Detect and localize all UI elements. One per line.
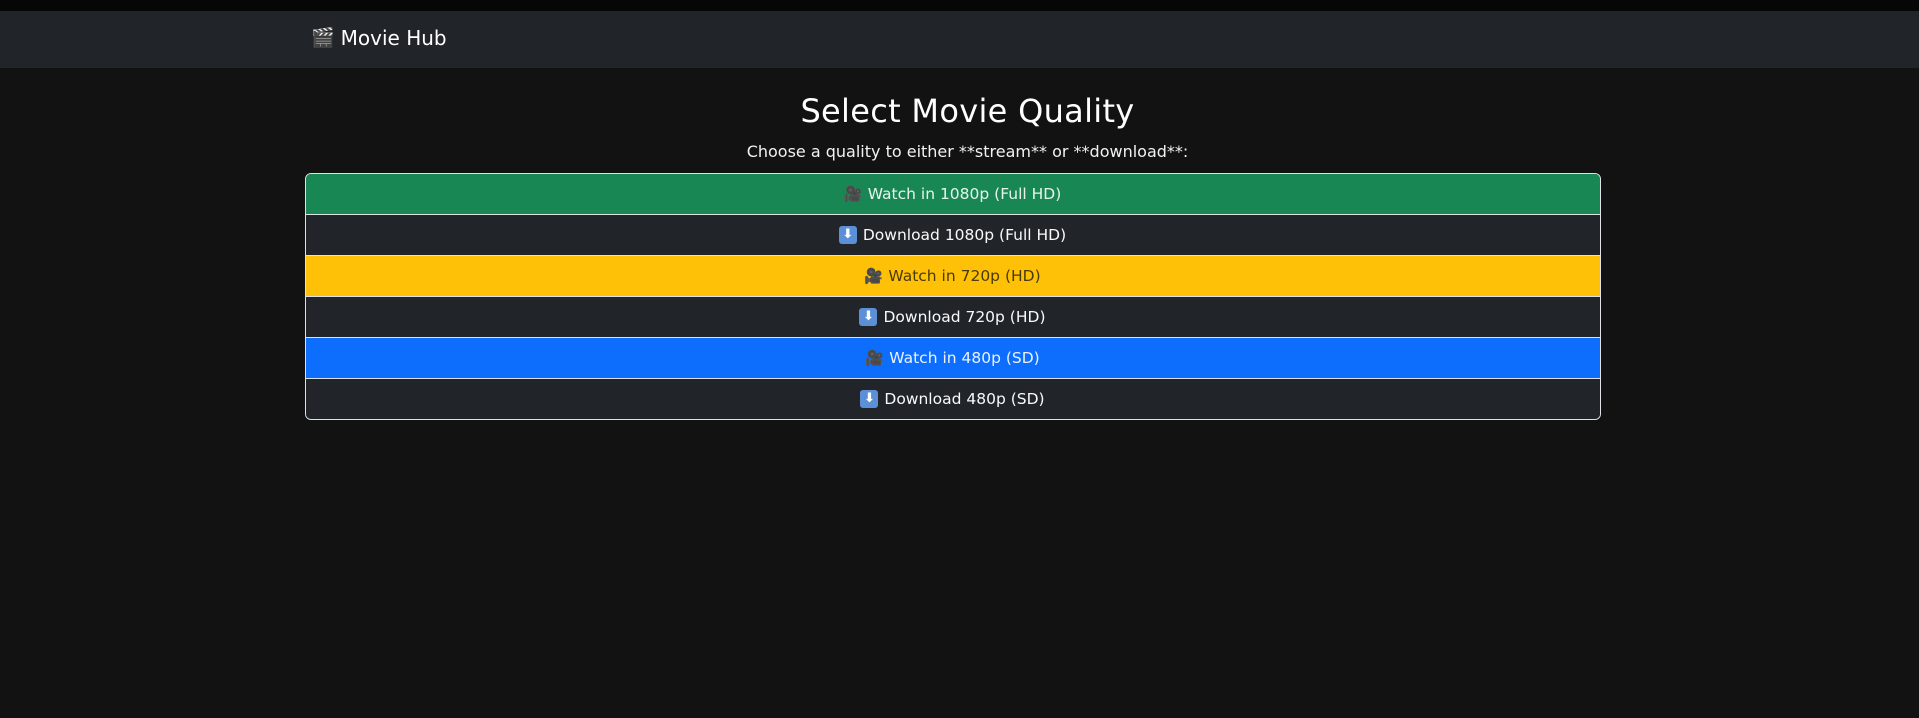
option-label: Watch in 1080p (Full HD): [867, 185, 1062, 203]
clapperboard-icon: 🎬: [311, 27, 335, 49]
video-camera-icon: 🎥: [865, 349, 884, 367]
video-camera-icon: 🎥: [864, 267, 884, 285]
page-title: Select Movie Quality: [800, 92, 1135, 130]
brand-link[interactable]: 🎬 Movie Hub: [311, 26, 447, 50]
option-label: Download 480p (SD): [884, 390, 1045, 408]
option-label: Download 720p (HD): [883, 308, 1046, 326]
quality-list: 🎥 Watch in 1080p (Full HD) ⬇ Download 10…: [304, 173, 1601, 420]
option-label: Download 1080p (Full HD): [862, 226, 1067, 244]
download-1080p-button[interactable]: ⬇ Download 1080p (Full HD): [305, 214, 1600, 255]
option-label: Watch in 720p (HD): [888, 267, 1041, 285]
watch-480p-button[interactable]: 🎥 Watch in 480p (SD): [305, 337, 1600, 378]
top-strip: [0, 0, 1919, 11]
video-camera-icon: 🎥: [843, 185, 863, 203]
download-720p-button[interactable]: ⬇ Download 720p (HD): [305, 296, 1600, 337]
watch-1080p-button[interactable]: 🎥 Watch in 1080p (Full HD): [305, 174, 1600, 214]
download-480p-button[interactable]: ⬇ Download 480p (SD): [305, 378, 1600, 419]
brand-text: Movie Hub: [340, 26, 447, 50]
download-arrow-icon: ⬇: [859, 308, 878, 326]
page-subtitle: Choose a quality to either **stream** or…: [746, 142, 1189, 161]
watch-720p-button[interactable]: 🎥 Watch in 720p (HD): [305, 255, 1600, 296]
navbar: 🎬 Movie Hub: [0, 11, 1919, 68]
option-label: Watch in 480p (SD): [889, 349, 1040, 367]
main-container: Select Movie Quality Choose a quality to…: [304, 92, 1616, 420]
download-arrow-icon: ⬇: [860, 390, 879, 408]
download-arrow-icon: ⬇: [838, 226, 857, 244]
